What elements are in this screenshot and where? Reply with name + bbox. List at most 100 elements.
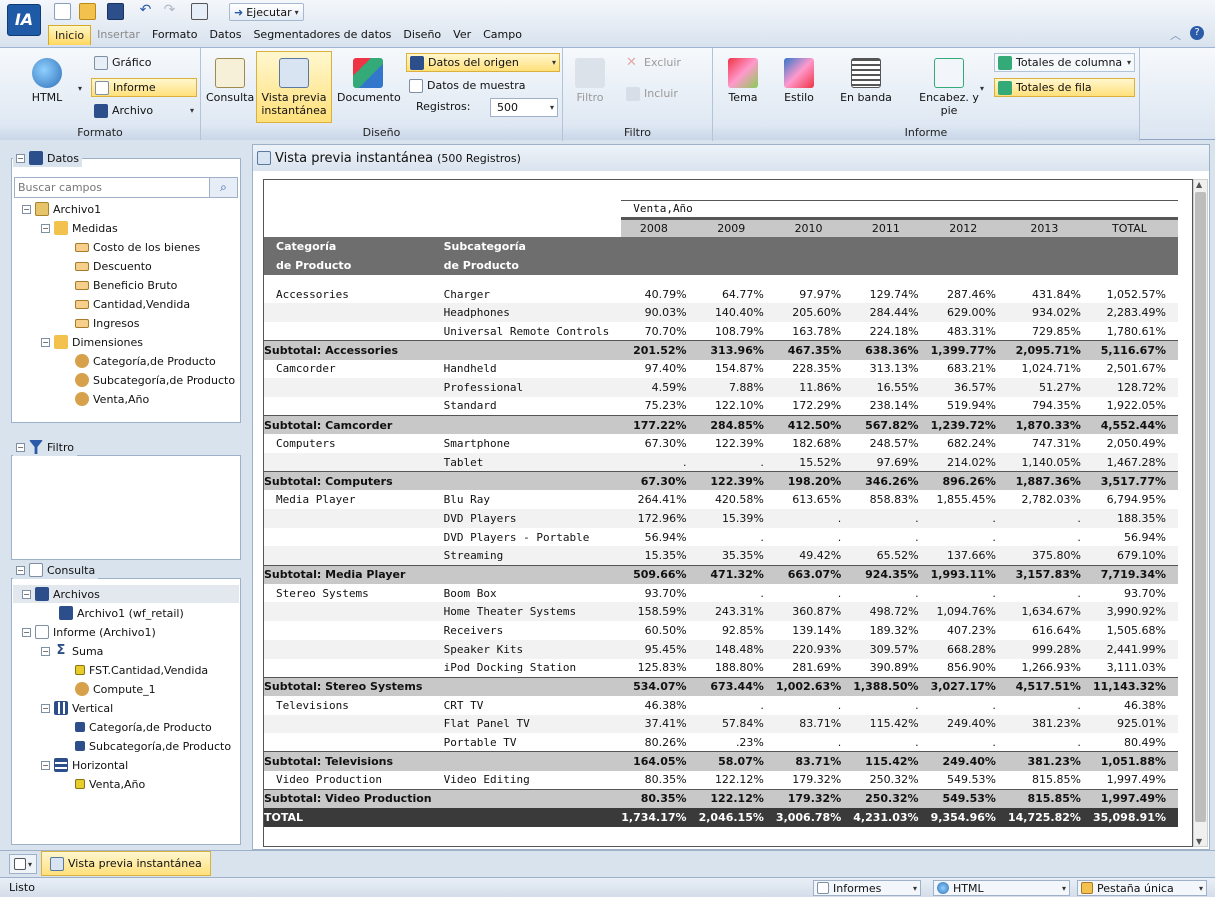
query-horizontal-item[interactable]: Venta,Año (75, 775, 145, 793)
query-archivo1[interactable]: Archivo1 (wf_retail) (59, 604, 184, 622)
query-informe[interactable]: − Informe (Archivo1) (22, 623, 156, 641)
tab-vista-previa[interactable]: Vista previa instantánea (41, 851, 211, 876)
tab-list-button[interactable]: ▾ (9, 854, 37, 874)
query-vertical[interactable]: − Vertical (41, 699, 113, 717)
open-folder-icon[interactable] (79, 3, 96, 20)
tab-formato[interactable]: Formato (146, 25, 204, 45)
compute-icon (75, 682, 89, 696)
chevron-down-icon[interactable]: ▾ (980, 84, 984, 93)
collapse-icon[interactable]: − (22, 204, 31, 214)
value-cell: 498.72% (853, 602, 931, 622)
undo-icon[interactable]: ↶ (137, 3, 154, 20)
tab-campo[interactable]: Campo (477, 25, 528, 45)
grafico-button[interactable]: Gráfico (91, 53, 155, 72)
tema-button[interactable]: Tema (723, 58, 763, 104)
subcategory-cell: Home Theater Systems (443, 602, 622, 622)
archivo-button[interactable]: Archivo ▾ (91, 101, 197, 120)
vertical-scrollbar[interactable]: ▲ ▼ (1193, 179, 1208, 847)
tab-mode-select[interactable]: Pestaña única ▾ (1077, 880, 1207, 896)
new-icon[interactable] (54, 3, 71, 20)
category-header: Categoría (264, 237, 444, 257)
query-suma[interactable]: − Σ Suma (41, 642, 103, 660)
output-format-select[interactable]: HTML ▾ (933, 880, 1070, 896)
search-icon[interactable]: ⌕ (209, 178, 237, 197)
collapse-ribbon-icon[interactable]: ︿ (1170, 27, 1181, 43)
value-cell: . (915, 698, 919, 712)
tree-dimension[interactable]: Subcategoría,de Producto (75, 371, 235, 389)
collapse-icon[interactable]: − (41, 703, 50, 713)
query-suma-item[interactable]: Compute_1 (75, 680, 156, 698)
informe-button[interactable]: Informe (91, 78, 197, 97)
tab-ver[interactable]: Ver (447, 25, 477, 45)
collapse-icon[interactable]: − (16, 442, 25, 452)
category-cell: Subtotal: Video Production (264, 788, 444, 808)
encabezado-pie-button[interactable]: Encabez. y pie (913, 58, 985, 117)
spacer-row (264, 180, 1178, 200)
query-vertical-item[interactable]: Categoría,de Producto (75, 718, 212, 736)
value-cell: 616.64% (1031, 623, 1081, 637)
estilo-button[interactable]: Estilo (779, 58, 819, 104)
tree-dimension[interactable]: Categoría,de Producto (75, 352, 216, 370)
totales-columna-button[interactable]: Totales de columna ▾ (994, 53, 1135, 72)
tree-measure[interactable]: Beneficio Bruto (75, 276, 177, 294)
datos-origen-dropdown[interactable]: Datos del origen ▾ (406, 53, 560, 72)
consulta-button[interactable]: Consulta (206, 58, 254, 104)
tab-datos[interactable]: Datos (203, 25, 247, 45)
registros-select[interactable]: 500 ▾ (490, 98, 558, 117)
collapse-icon[interactable]: − (41, 337, 50, 347)
informes-select[interactable]: Informes ▾ (813, 880, 921, 896)
group-diseno: Consulta Vista previa instantánea Docume… (201, 48, 563, 141)
query-suma-item[interactable]: FST.Cantidad,Vendida (75, 661, 208, 679)
documento-button[interactable]: Documento (337, 58, 401, 104)
html-button[interactable]: HTML (22, 58, 72, 104)
collapse-icon[interactable]: − (22, 627, 31, 637)
tree-measure[interactable]: Ingresos (75, 314, 139, 332)
collapse-icon[interactable]: − (16, 565, 25, 575)
search-input[interactable]: Buscar campos ⌕ (14, 177, 238, 198)
en-banda-button[interactable]: En banda (837, 58, 895, 104)
chevron-down-icon: ▾ (551, 58, 556, 67)
query-archivos[interactable]: − Archivos (22, 585, 100, 603)
save-icon[interactable] (107, 3, 124, 20)
help-icon[interactable]: ? (1190, 26, 1204, 40)
table-row: Portable TV 80.26% .23%.... 80.49% (264, 733, 1178, 752)
collapse-icon[interactable]: − (41, 760, 50, 770)
scroll-thumb[interactable] (1195, 192, 1206, 822)
collapse-icon[interactable]: − (22, 589, 31, 599)
tree-dimension[interactable]: Venta,Año (75, 390, 149, 408)
collapse-icon[interactable]: − (16, 153, 25, 163)
tree-medidas[interactable]: − Medidas (41, 219, 118, 237)
totales-fila-button[interactable]: Totales de fila (994, 78, 1135, 97)
tree-measure[interactable]: Costo de los bienes (75, 238, 200, 256)
collapse-icon[interactable]: − (41, 223, 50, 233)
vista-previa-button[interactable]: Vista previa instantánea (256, 51, 332, 123)
tab-diseno[interactable]: Diseño (397, 25, 447, 45)
subcategory-cell: Professional (443, 378, 622, 397)
scroll-down-icon[interactable]: ▼ (1196, 837, 1202, 846)
tree-measure[interactable]: Descuento (75, 257, 152, 275)
chevron-down-icon[interactable]: ▾ (78, 84, 82, 93)
tab-segmentadores[interactable]: Segmentadores de datos (247, 25, 397, 45)
value-cell: 815.85% (1007, 788, 1093, 808)
tree-dimensiones[interactable]: − Dimensiones (41, 333, 143, 351)
group-formato-label: Formato (0, 125, 200, 140)
group-filtro: Filtro ✕ Excluir Incluir Filtro (563, 48, 713, 141)
datos-panel: Buscar campos ⌕ − Archivo1 − Medidas Costo… (11, 158, 241, 423)
collapse-icon[interactable]: − (41, 646, 50, 656)
run-button[interactable]: ➜ Ejecutar ▾ (229, 3, 304, 21)
tab-inicio[interactable]: Inicio (48, 25, 92, 45)
scroll-up-icon[interactable]: ▲ (1196, 180, 1202, 189)
datos-muestra-button[interactable]: Datos de muestra (406, 76, 529, 95)
value-cell: 4,552.44% (1092, 415, 1178, 435)
value-cell: 390.89% (869, 661, 919, 675)
value-cell: 80.35% (644, 773, 687, 787)
spacer-row (264, 275, 1178, 285)
group-informe-label: Informe (713, 125, 1139, 140)
preview-icon[interactable] (191, 3, 208, 20)
query-vertical-item[interactable]: Subcategoría,de Producto (75, 737, 231, 755)
tree-measure[interactable]: Cantidad,Vendida (75, 295, 190, 313)
tree-archivo1[interactable]: − Archivo1 (22, 200, 101, 218)
table-row: Camcorder Handheld 97.40% 154.87% 228.35% 313… (264, 360, 1178, 379)
query-horizontal[interactable]: − Horizontal (41, 756, 128, 774)
report-sheet: Venta,Año 2008 2009 2010 2011 2012 2013 TOTAL Ca… (263, 179, 1193, 847)
